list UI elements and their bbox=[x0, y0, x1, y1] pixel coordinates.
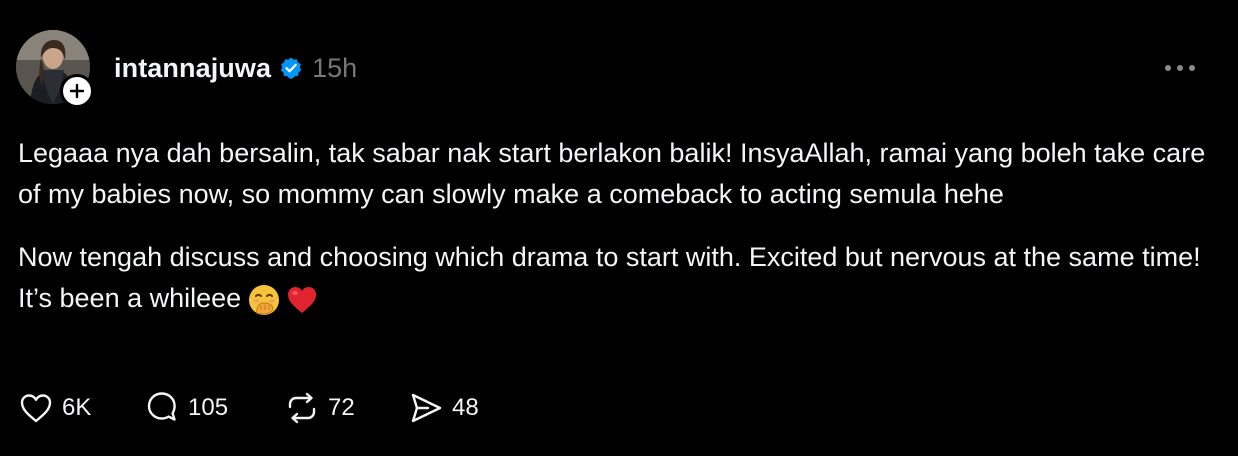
more-options-button[interactable] bbox=[1160, 56, 1200, 80]
post-header: intannajuwa 15h bbox=[114, 50, 357, 86]
reply-count: 105 bbox=[188, 394, 229, 421]
post-body: Legaaa nya dah bersalin, tak sabar nak s… bbox=[18, 133, 1218, 319]
username-link[interactable]: intannajuwa bbox=[114, 53, 271, 84]
follow-button[interactable] bbox=[60, 74, 94, 108]
post-actions: 6K 105 72 48 bbox=[18, 386, 498, 430]
post-timestamp[interactable]: 15h bbox=[312, 53, 357, 84]
reply-button[interactable]: 105 bbox=[144, 386, 284, 430]
verified-badge-icon bbox=[279, 56, 303, 80]
plus-icon bbox=[69, 83, 85, 99]
heart-icon bbox=[20, 394, 52, 423]
share-count: 48 bbox=[452, 394, 479, 421]
repost-button[interactable]: 72 bbox=[284, 386, 408, 430]
like-button[interactable]: 6K bbox=[18, 386, 144, 430]
avatar-container[interactable] bbox=[16, 30, 94, 108]
send-icon bbox=[411, 393, 442, 423]
face-with-hand-over-mouth-emoji bbox=[249, 284, 280, 315]
threads-post: intannajuwa 15h Legaaa nya dah bersalin,… bbox=[0, 0, 1238, 456]
more-horizontal-icon bbox=[1165, 65, 1195, 71]
red-heart-emoji bbox=[288, 286, 317, 313]
post-paragraph-with-emoji: Now tengah discuss and choosing which dr… bbox=[18, 237, 1218, 319]
repost-icon bbox=[288, 392, 316, 424]
like-count: 6K bbox=[62, 394, 92, 421]
comment-icon bbox=[147, 392, 176, 421]
emoji-group bbox=[247, 283, 323, 317]
repost-count: 72 bbox=[328, 394, 355, 421]
share-button[interactable]: 48 bbox=[408, 386, 498, 430]
post-paragraph: Now tengah discuss and choosing which dr… bbox=[18, 242, 1201, 313]
post-paragraph: Legaaa nya dah bersalin, tak sabar nak s… bbox=[18, 138, 1206, 209]
